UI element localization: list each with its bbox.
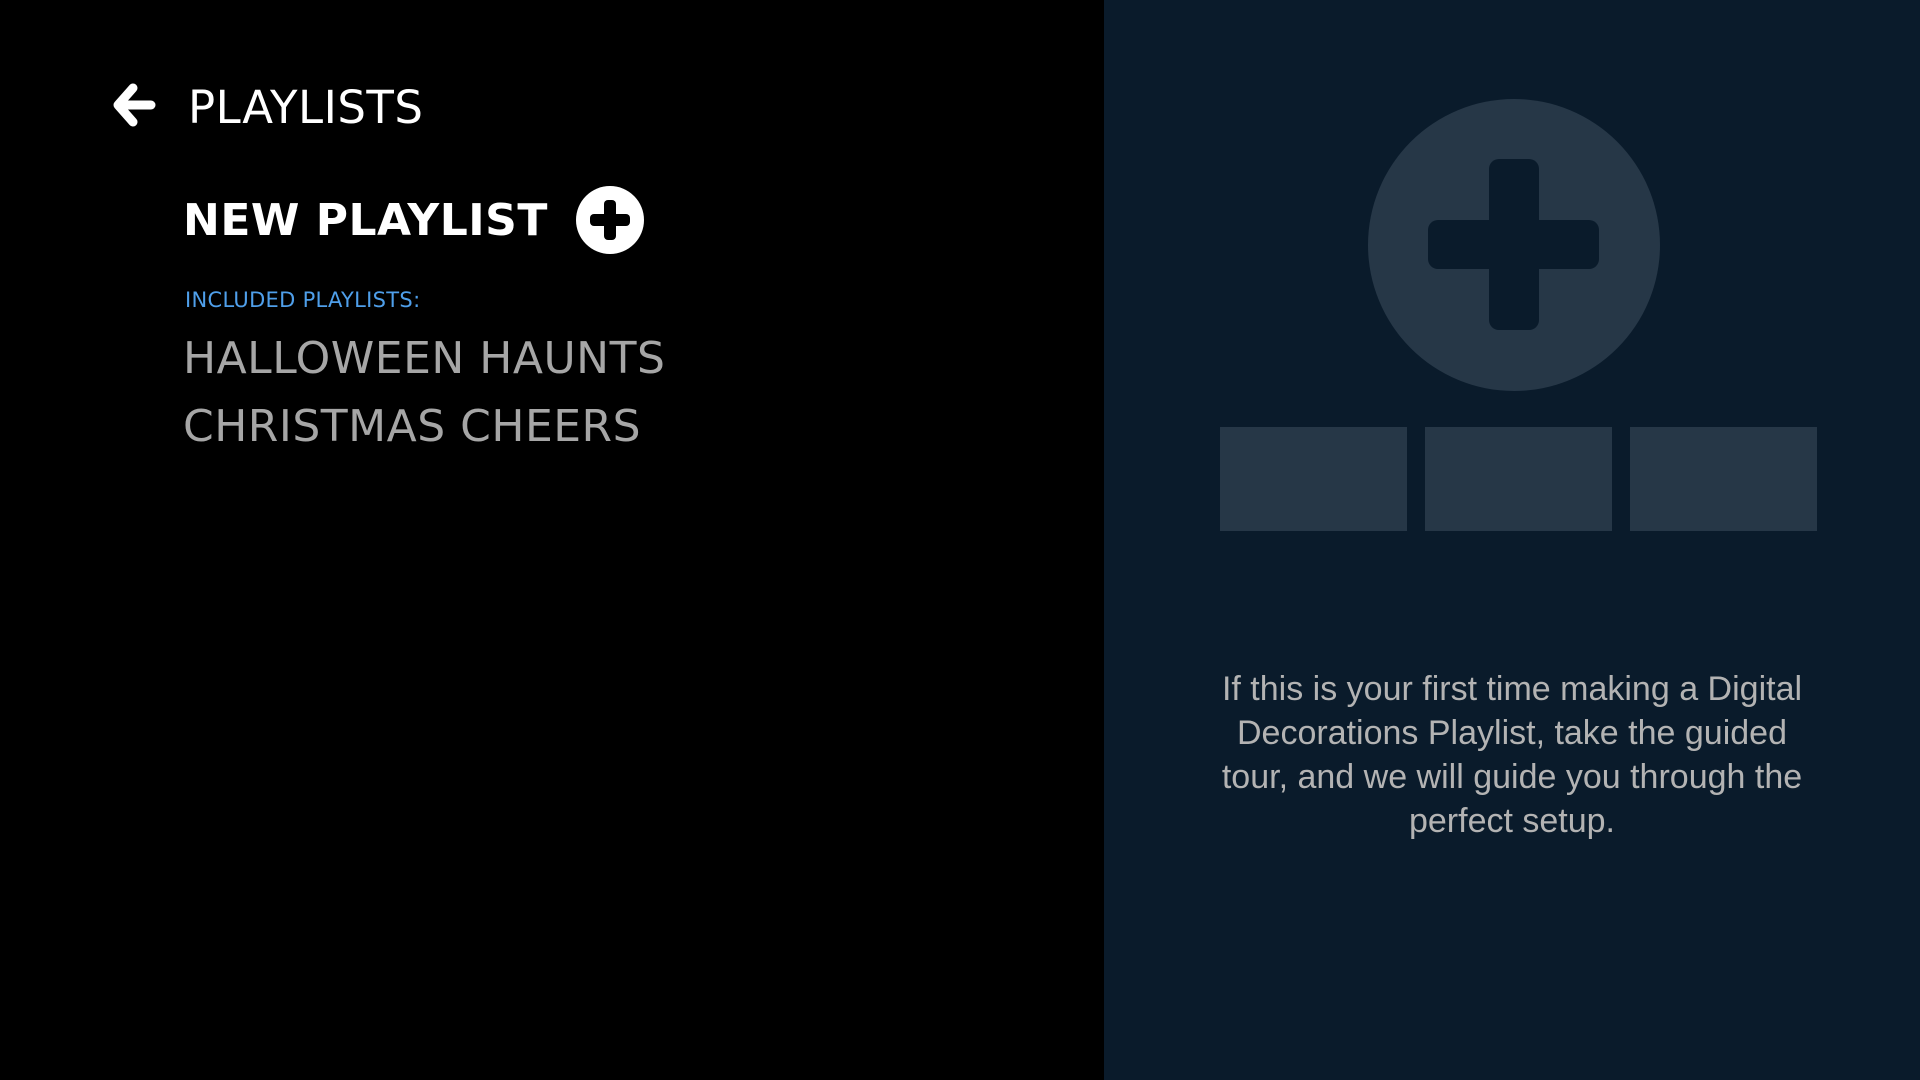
guided-tour-message: If this is your first time making a Digi… — [1221, 670, 1803, 840]
included-playlists-list: HALLOWEEN HAUNTS CHRISTMAS CHEERS — [183, 325, 665, 461]
new-playlist-button[interactable]: NEW PLAYLIST — [183, 185, 644, 255]
plus-circle-icon — [1368, 99, 1660, 391]
placeholder-tile — [1425, 427, 1612, 531]
new-playlist-label: NEW PLAYLIST — [183, 194, 548, 246]
guided-tour-panel: If this is your first time making a Digi… — [1104, 0, 1920, 1080]
playlist-item-halloween-haunts[interactable]: HALLOWEEN HAUNTS — [183, 325, 665, 393]
placeholder-tile — [1630, 427, 1817, 531]
arrow-left-icon — [111, 82, 157, 128]
included-playlists-label: INCLUDED PLAYLISTS: — [185, 288, 421, 312]
page-title: PLAYLISTS — [188, 81, 424, 134]
playlists-panel: PLAYLISTS NEW PLAYLIST INCLUDED PLAYLIST… — [0, 0, 1104, 1080]
new-playlist-illustration — [1104, 0, 1920, 560]
playlists-screen: PLAYLISTS NEW PLAYLIST INCLUDED PLAYLIST… — [0, 0, 1920, 1080]
playlist-item-christmas-cheers[interactable]: CHRISTMAS CHEERS — [183, 393, 665, 461]
placeholder-tile — [1220, 427, 1407, 531]
back-button[interactable] — [111, 82, 157, 128]
plus-circle-icon — [575, 186, 644, 254]
